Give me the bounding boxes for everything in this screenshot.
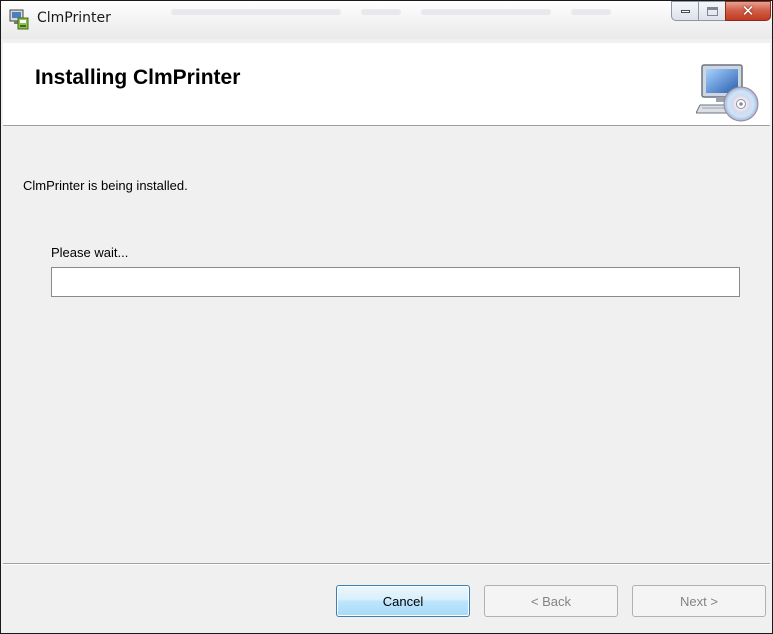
- title-bar-reflection: [421, 9, 551, 15]
- installer-window: ClmPrinter ✕ Installing ClmPrinter ClmPr…: [0, 0, 773, 634]
- minimize-icon: [680, 9, 690, 13]
- next-button[interactable]: Next >: [632, 585, 766, 617]
- title-bar[interactable]: ClmPrinter ✕: [1, 1, 772, 39]
- progress-label: Please wait...: [51, 245, 129, 260]
- maximize-icon: [706, 6, 718, 16]
- window-title: ClmPrinter: [37, 10, 111, 26]
- minimize-button[interactable]: [671, 1, 698, 21]
- caption-buttons: ✕: [671, 1, 771, 22]
- title-bar-reflection: [361, 9, 401, 15]
- maximize-button[interactable]: [698, 1, 725, 21]
- button-area-divider: [3, 563, 770, 565]
- title-bar-reflection: [571, 9, 611, 15]
- install-status-text: ClmPrinter is being installed.: [23, 178, 188, 193]
- title-bar-reflection: [171, 9, 341, 15]
- close-icon: ✕: [741, 1, 755, 20]
- computer-cd-icon: [696, 64, 759, 122]
- page-title: Installing ClmPrinter: [35, 66, 241, 89]
- back-button[interactable]: < Back: [484, 585, 618, 617]
- cancel-button[interactable]: Cancel: [336, 585, 470, 617]
- header-banner: Installing ClmPrinter: [3, 43, 770, 126]
- close-button[interactable]: ✕: [725, 1, 771, 21]
- installer-icon[interactable]: [8, 7, 30, 31]
- progress-bar: [51, 267, 740, 297]
